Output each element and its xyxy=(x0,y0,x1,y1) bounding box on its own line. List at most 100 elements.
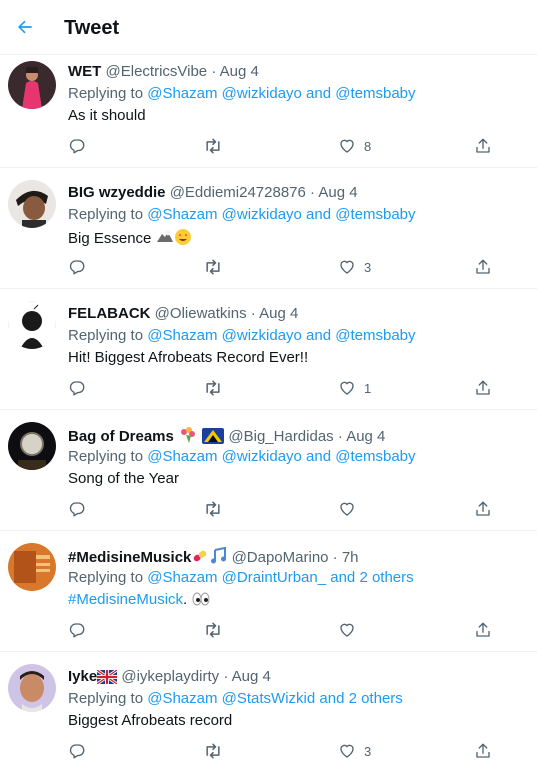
reply-button[interactable] xyxy=(62,373,92,403)
reply-targets-link[interactable]: @Shazam @wizkidayo and @temsbaby xyxy=(147,327,415,344)
share-button[interactable] xyxy=(468,494,498,524)
eyes-emoji-icon xyxy=(192,592,210,606)
avatar[interactable] xyxy=(8,61,56,109)
tweet-row[interactable]: FELABACK @Oliewatkins · Aug 4 Replying t… xyxy=(0,289,537,410)
tweet-row[interactable]: BIG wzyeddie @Eddiemi24728876 · Aug 4 Re… xyxy=(0,168,537,289)
reply-icon xyxy=(69,381,85,396)
reply-button[interactable] xyxy=(62,131,92,161)
replying-to-label: Replying to xyxy=(68,85,148,102)
retweet-icon xyxy=(206,380,220,396)
back-button[interactable] xyxy=(10,12,40,42)
reply-targets-link[interactable]: @Shazam @StatsWizkid and 2 others xyxy=(147,690,403,707)
tweet-text: As it should xyxy=(68,107,146,124)
like-button[interactable] xyxy=(332,494,364,524)
reply-targets-link[interactable]: @Shazam @wizkidayo and @temsbaby xyxy=(147,85,415,102)
display-name[interactable]: Iyke xyxy=(68,668,97,685)
retweet-button[interactable] xyxy=(198,373,228,403)
tweet-header: BIG wzyeddie @Eddiemi24728876 · Aug 4 xyxy=(68,184,358,202)
retweet-button[interactable] xyxy=(198,252,228,282)
share-button[interactable] xyxy=(468,736,498,766)
avatar[interactable] xyxy=(8,180,56,228)
like-button[interactable]: 1 xyxy=(332,373,371,403)
separator-dot: · xyxy=(211,63,217,80)
music-notes-emoji-icon xyxy=(211,547,227,564)
display-name[interactable]: BIG wzyeddie xyxy=(68,184,166,201)
like-button[interactable] xyxy=(332,615,364,645)
reply-button[interactable] xyxy=(62,494,92,524)
share-icon xyxy=(476,138,490,153)
reply-icon xyxy=(69,744,85,759)
reply-icon xyxy=(69,260,85,275)
tweet-text: Song of the Year xyxy=(68,470,179,487)
tweet-text: Hit! Biggest Afrobeats Record Ever!! xyxy=(68,349,309,366)
reply-button[interactable] xyxy=(62,736,92,766)
retweet-button[interactable] xyxy=(198,131,228,161)
retweet-button[interactable] xyxy=(198,736,228,766)
replying-to-label: Replying to xyxy=(68,690,148,707)
tweet-text-container: Big Essence xyxy=(68,228,192,248)
tweet-actions: 1 xyxy=(60,373,500,403)
top-bar: Tweet xyxy=(0,0,537,55)
user-handle[interactable]: @ElectricsVibe xyxy=(106,63,208,80)
reply-targets-link[interactable]: @Shazam @DraintUrban_ and 2 others xyxy=(147,569,413,586)
retweet-button[interactable] xyxy=(198,494,228,524)
tweet-row[interactable]: WET @ElectricsVibe · Aug 4 Replying to @… xyxy=(0,55,537,168)
avatar[interactable] xyxy=(8,664,56,712)
share-icon xyxy=(476,743,490,758)
user-handle[interactable]: @Oliewatkins xyxy=(155,305,247,322)
reply-icon xyxy=(69,139,85,154)
user-handle[interactable]: @Eddiemi24728876 xyxy=(170,184,306,201)
like-button[interactable]: 3 xyxy=(332,736,371,766)
avatar[interactable] xyxy=(8,422,56,470)
reply-button[interactable] xyxy=(62,252,92,282)
reply-targets-link[interactable]: @Shazam @wizkidayo and @temsbaby xyxy=(147,448,415,465)
display-name[interactable]: Bag of Dreams xyxy=(68,428,174,445)
like-button[interactable]: 8 xyxy=(332,131,371,161)
heart-eyes-emoji-icon xyxy=(174,229,191,245)
retweet-icon xyxy=(206,259,220,275)
timestamp[interactable]: Aug 4 xyxy=(346,428,385,445)
share-button[interactable] xyxy=(468,252,498,282)
like-count: 8 xyxy=(364,138,372,154)
page-title: Tweet xyxy=(64,17,120,39)
replying-to: Replying to @Shazam @wizkidayo and @tems… xyxy=(68,85,416,103)
share-button[interactable] xyxy=(468,131,498,161)
timestamp[interactable]: Aug 4 xyxy=(232,668,271,685)
timestamp[interactable]: 7h xyxy=(342,549,359,566)
reply-targets-link[interactable]: @Shazam @wizkidayo and @temsbaby xyxy=(147,206,415,223)
retweet-button[interactable] xyxy=(198,615,228,645)
retweet-icon xyxy=(206,622,220,638)
share-icon xyxy=(476,380,490,395)
eagle-emoji-icon xyxy=(156,230,173,242)
separator-dot: · xyxy=(337,428,343,445)
user-handle[interactable]: @iykeplaydirty xyxy=(121,668,219,685)
avatar[interactable] xyxy=(8,543,56,591)
timestamp[interactable]: Aug 4 xyxy=(318,184,357,201)
share-button[interactable] xyxy=(468,373,498,403)
timestamp[interactable]: Aug 4 xyxy=(259,305,298,322)
hashtag-link[interactable]: #MedisineMusick xyxy=(68,591,183,608)
timestamp[interactable]: Aug 4 xyxy=(220,63,259,80)
like-count: 1 xyxy=(364,380,372,396)
tweet-actions xyxy=(60,615,500,645)
display-name[interactable]: #MedisineMusick xyxy=(68,549,191,566)
avatar[interactable] xyxy=(8,301,56,349)
share-button[interactable] xyxy=(468,615,498,645)
heart-icon xyxy=(340,744,354,758)
heart-icon xyxy=(340,139,354,153)
retweet-icon xyxy=(206,138,220,154)
display-name[interactable]: WET xyxy=(68,63,101,80)
like-button[interactable]: 3 xyxy=(332,252,371,282)
tweet-text: Big Essence xyxy=(68,230,152,247)
user-handle[interactable]: @DapoMarino xyxy=(232,549,329,566)
tweet-actions: 8 xyxy=(60,131,500,161)
tweet-row[interactable]: Iyke @iykeplaydirty · Aug 4 Replying to … xyxy=(0,652,537,776)
replying-to-label: Replying to xyxy=(68,327,148,344)
user-handle[interactable]: @Big_Hardidas xyxy=(228,428,333,445)
retweet-icon xyxy=(206,501,220,517)
display-name[interactable]: FELABACK xyxy=(68,305,151,322)
tweet-row[interactable]: #MedisineMusick @DapoMarino · 7h Replyin… xyxy=(0,531,537,652)
tweet-text-suffix: . xyxy=(183,591,188,608)
reply-button[interactable] xyxy=(62,615,92,645)
tweet-row[interactable]: Bag of Dreams @Big_Hardidas · Aug 4 Repl… xyxy=(0,410,537,531)
